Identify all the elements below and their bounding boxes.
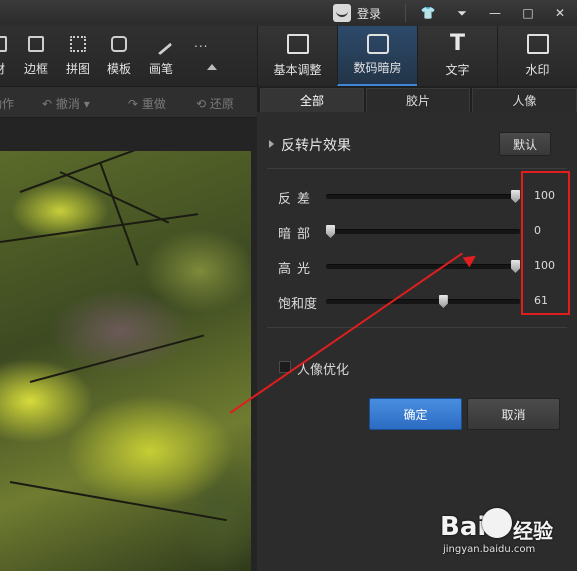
photo-branch	[59, 171, 170, 224]
more-label: ...	[194, 36, 209, 50]
photo-branch	[19, 151, 152, 193]
watermark-url: jingyan.baidu.com	[443, 544, 536, 555]
photo-branch	[9, 481, 227, 522]
divider	[267, 327, 567, 328]
redo-label: 重做	[141, 97, 166, 111]
subtab-film[interactable]: 胶片	[366, 88, 470, 112]
undo-button[interactable]: ↶ 撤消 ▾	[42, 95, 90, 112]
close-icon: ✕	[554, 6, 566, 20]
paw-logo-icon	[482, 508, 512, 538]
slider-track[interactable]	[326, 260, 520, 273]
slider-thumb[interactable]	[438, 295, 448, 308]
tool-frame[interactable]: 边框	[15, 36, 57, 77]
history-toolbar: 动作 ↶ 撤消 ▾ ↷ 重做 ⟲ 还原	[0, 86, 257, 118]
skin-button[interactable]: 👕	[413, 2, 443, 24]
tab-watermark[interactable]: 水印	[497, 26, 577, 86]
annotation-highlight-box	[521, 171, 570, 315]
image-canvas[interactable]	[0, 118, 257, 571]
slider-thumb[interactable]	[511, 190, 520, 203]
tab-label: 文字	[445, 63, 470, 77]
photo-preview	[0, 151, 251, 571]
expand-triangle-icon[interactable]	[207, 64, 217, 70]
cancel-button[interactable]: 取消	[467, 398, 560, 430]
main-toolbar: 材 边框 拼图 模板 画笔 ...	[0, 26, 257, 86]
tab-label: 数码暗房	[353, 61, 402, 75]
slider-label: 暗部	[278, 227, 317, 242]
restore-label: 还原	[209, 97, 234, 111]
collage-icon	[70, 36, 86, 52]
action-button[interactable]: 动作	[0, 95, 14, 112]
watermark-brand2: 经验	[513, 519, 553, 543]
tab-digital-darkroom[interactable]: 数码暗房	[337, 26, 417, 86]
effect-header: 反转片效果 默认	[257, 126, 577, 166]
tool-label: 模板	[106, 62, 131, 76]
slider-label: 反差	[278, 192, 317, 207]
tool-label: 边框	[23, 62, 48, 76]
filter-subtabs: 全部 胶片 人像	[257, 86, 577, 112]
tool-brush[interactable]: 画笔	[140, 32, 182, 77]
minimize-icon: —	[489, 6, 501, 20]
tab-text[interactable]: T 文字	[417, 26, 497, 86]
photo-branch	[29, 334, 205, 383]
slider-track[interactable]	[326, 190, 520, 203]
camera-icon	[366, 34, 389, 54]
slider-thumb[interactable]	[511, 260, 520, 273]
close-button[interactable]: ✕	[545, 2, 575, 24]
watermark-icon	[526, 34, 549, 54]
baidu-watermark: Bai 经验 jingyan.baidu.com	[440, 506, 577, 566]
title-separator	[405, 4, 406, 22]
text-icon: T	[449, 31, 465, 56]
brush-icon	[149, 32, 173, 56]
shirt-icon: 👕	[420, 6, 436, 20]
more-tools-button[interactable]: ...	[194, 36, 208, 50]
watermark-brand: Bai	[440, 512, 487, 542]
tool-label: 材	[0, 60, 5, 77]
right-tabs: 基本调整 数码暗房 T 文字 水印	[257, 26, 577, 86]
frame-icon	[28, 36, 44, 52]
collapse-arrow-icon[interactable]	[269, 140, 274, 148]
ok-button[interactable]: 确定	[369, 398, 462, 430]
tool-label: 拼图	[65, 62, 90, 76]
tab-label: 基本调整	[273, 63, 322, 77]
tool-label: 画笔	[148, 62, 173, 76]
tab-label: 水印	[525, 63, 550, 77]
slider-label: 饱和度	[278, 297, 318, 312]
tool-template[interactable]: 模板	[98, 36, 140, 77]
title-bar: 登录 👕 ⏷ — □ ✕	[0, 0, 577, 26]
photo-branch	[0, 213, 199, 243]
tool-collage[interactable]: 拼图	[57, 36, 99, 77]
divider	[267, 168, 567, 169]
material-icon	[0, 36, 7, 52]
slider-track[interactable]	[326, 295, 520, 308]
user-face-icon	[333, 4, 351, 22]
app-window: 登录 👕 ⏷ — □ ✕ 材 边框 拼图 模板 画笔 ...	[0, 0, 577, 571]
effect-title: 反转片效果	[281, 138, 351, 154]
template-icon	[111, 36, 127, 52]
undo-label: 撤消	[55, 97, 80, 111]
default-button[interactable]: 默认	[499, 132, 551, 156]
edit-icon	[286, 34, 309, 54]
subtab-portrait[interactable]: 人像	[472, 88, 577, 112]
menu-icon: ⏷	[457, 5, 467, 20]
restore-button[interactable]: ⟲ 还原	[196, 95, 234, 112]
minimize-button[interactable]: —	[480, 2, 510, 24]
maximize-button[interactable]: □	[513, 2, 543, 24]
slider-thumb[interactable]	[326, 225, 335, 238]
tab-basic-adjust[interactable]: 基本调整	[257, 26, 337, 86]
maximize-icon: □	[522, 6, 534, 20]
login-label: 登录	[357, 6, 382, 21]
slider-track[interactable]	[326, 225, 520, 238]
slider-label: 高光	[278, 262, 317, 277]
menu-button[interactable]: ⏷	[447, 2, 477, 24]
photo-branch	[99, 161, 139, 266]
login-button[interactable]: 登录	[333, 3, 381, 23]
subtab-all[interactable]: 全部	[260, 88, 364, 112]
redo-button[interactable]: ↷ 重做	[128, 95, 166, 112]
